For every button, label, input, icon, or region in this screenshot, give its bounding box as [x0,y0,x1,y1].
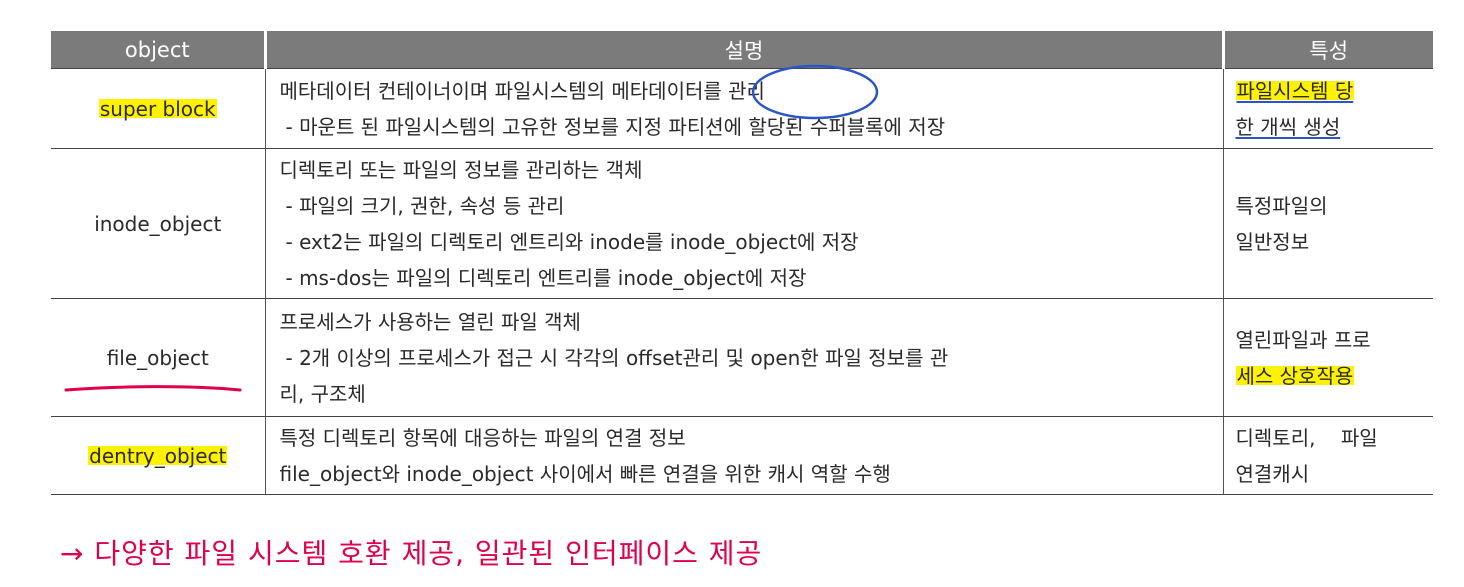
trait-line: 파일시스템 당 [1235,78,1355,103]
description-line: - ext2는 파일의 디렉토리 엔트리와 inode를 inode_objec… [285,229,859,254]
table-row: super block 메타데이터 컨테이너이며 파일시스템의 메타데이터를 관… [51,68,1433,149]
object-cell: inode_object [51,148,266,299]
object-name: dentry_object [88,443,228,468]
trait-line: 특정파일의 [1235,193,1328,218]
trait-cell: 파일시스템 당 한 개씩 생성 [1222,68,1433,149]
table-row: file_object 프로세스가 사용하는 열린 파일 객체 - 2개 이상의… [51,298,1433,417]
header-object: object [51,31,267,69]
object-cell: super block [51,68,266,149]
table-row: inode_object 디렉토리 또는 파일의 정보를 관리하는 객체 - 파… [51,148,1433,299]
description-line: 리, 구조체 [279,381,366,406]
table-row: dentry_object 특정 디렉토리 항목에 대응하는 파일의 연결 정보… [51,416,1433,495]
object-name: inode_object [94,211,222,236]
trait-line: 열린파일과 프로 [1235,327,1371,352]
trait-line: 세스 상호작용 [1235,363,1355,388]
description-line: - 2개 이상의 프로세스가 접근 시 각각의 offset관리 및 open한… [285,345,949,370]
description-line: - 마운트 된 파일시스템의 고유한 정보를 지정 파티션에 할당된 수퍼블록에… [285,114,946,139]
object-name: file_object [106,345,209,370]
handwritten-note: → 다양한 파일 시스템 호환 제공, 일관된 인터페이스 제공 [60,537,763,570]
description-cell: 디렉토리 또는 파일의 정보를 관리하는 객체 - 파일의 크기, 권한, 속성… [264,148,1224,299]
vfs-object-table: object 설명 특성 super block 메타데이터 컨테이너이며 파일… [51,31,1433,495]
trait-cell: 디렉토리, 파일 연결캐시 [1222,416,1433,495]
trait-line: 한 개씩 생성 [1235,114,1341,139]
header-row: object 설명 특성 [51,31,1433,69]
object-cell: file_object [51,298,266,417]
header-description: 설명 [263,31,1225,69]
trait-line: 디렉토리, 파일 [1235,425,1378,450]
description-cell: 프로세스가 사용하는 열린 파일 객체 - 2개 이상의 프로세스가 접근 시 … [264,298,1224,417]
description-line: file_object와 inode_object 사이에서 빠른 연결을 위한… [279,461,891,486]
description-line: 디렉토리 또는 파일의 정보를 관리하는 객체 [279,157,643,182]
description-line: 특정 디렉토리 항목에 대응하는 파일의 연결 정보 [279,425,686,450]
description-line: 메타데이터 컨테이너이며 파일시스템의 메타데이터를 관리 [279,78,765,103]
trait-cell: 특정파일의 일반정보 [1222,148,1433,299]
description-cell: 특정 디렉토리 항목에 대응하는 파일의 연결 정보 file_object와 … [264,416,1224,495]
description-line: - ms-dos는 파일의 디렉토리 엔트리를 inode_object에 저장 [285,265,807,290]
trait-line: 연결캐시 [1235,461,1310,486]
description-line: 프로세스가 사용하는 열린 파일 객체 [279,309,581,334]
trait-cell: 열린파일과 프로 세스 상호작용 [1222,298,1433,417]
object-name: super block [98,96,217,121]
header-trait: 특성 [1221,31,1433,69]
description-cell: 메타데이터 컨테이너이며 파일시스템의 메타데이터를 관리 - 마운트 된 파일… [264,68,1224,149]
trait-line: 일반정보 [1235,229,1310,254]
object-cell: dentry_object [51,416,266,495]
description-line: - 파일의 크기, 권한, 속성 등 관리 [285,193,565,218]
document-page: object 설명 특성 super block 메타데이터 컨테이너이며 파일… [0,0,1464,587]
